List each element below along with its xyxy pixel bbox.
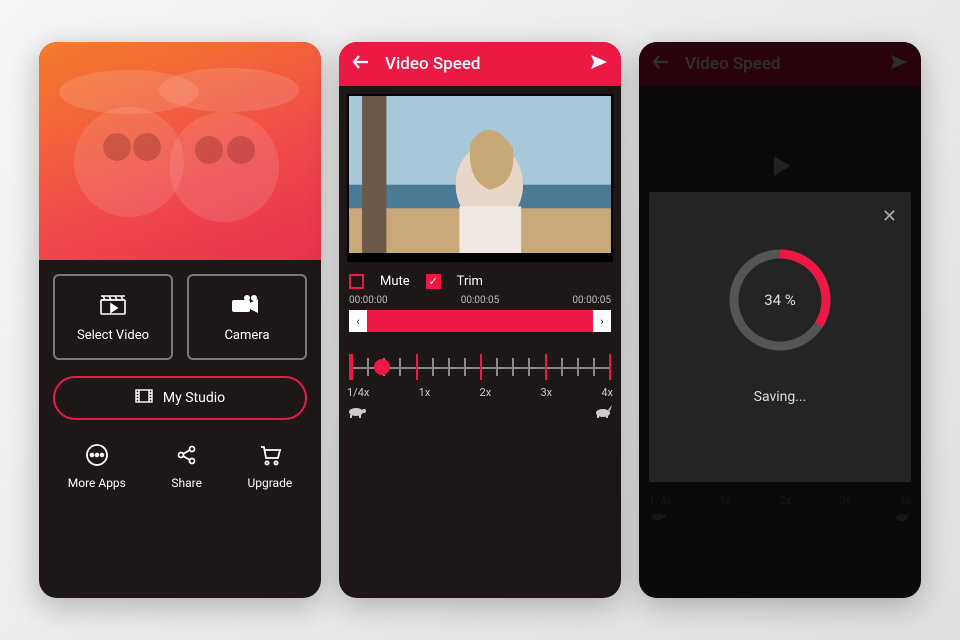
camera-label: Camera <box>224 328 269 343</box>
ghost-speed-0: 1/4x <box>649 494 671 507</box>
clapperboard-icon <box>99 292 127 318</box>
select-video-label: Select Video <box>77 328 149 343</box>
time-mid: 00:00:05 <box>461 295 500 306</box>
speed-label-1: 1x <box>419 386 431 399</box>
speed-label-0: 1/4x <box>347 386 369 399</box>
turtle-icon <box>347 403 367 422</box>
camera-button[interactable]: Camera <box>187 274 307 360</box>
speed-label-2: 2x <box>480 386 492 399</box>
screen-home: Select Video Camera My Studio <box>39 42 321 598</box>
my-studio-button[interactable]: My Studio <box>53 376 307 420</box>
screen-video-speed: Video Speed Mute ✓ Trim 00:00:00 00:00:0… <box>339 42 621 598</box>
more-icon <box>85 442 109 468</box>
back-icon[interactable] <box>351 52 371 77</box>
upgrade-button[interactable]: Upgrade <box>247 442 292 490</box>
saving-status: Saving... <box>754 389 807 405</box>
screen-saving: Video Speed 1/4x 1x 2x 3x 4x ✕ 34 % Savi… <box>639 42 921 598</box>
video-preview[interactable] <box>347 94 613 262</box>
select-video-button[interactable]: Select Video <box>53 274 173 360</box>
film-icon <box>135 389 153 407</box>
time-start: 00:00:00 <box>349 295 388 306</box>
rabbit-icon <box>593 403 613 422</box>
ghost-speed-4: 4x <box>899 494 911 507</box>
ghost-speed-1: 1x <box>720 494 732 507</box>
trim-range[interactable] <box>367 310 593 332</box>
hero-illustration <box>39 42 321 260</box>
progress-percent: 34 % <box>725 245 835 355</box>
hero-image <box>39 42 321 260</box>
speed-slider[interactable] <box>349 354 611 380</box>
screen-title: Video Speed <box>685 54 875 74</box>
send-icon[interactable] <box>889 52 909 77</box>
time-end: 00:00:05 <box>572 295 611 306</box>
trim-label: Trim <box>457 274 483 289</box>
preview-illustration <box>349 96 611 253</box>
trim-handle-left[interactable]: ‹ <box>349 310 367 332</box>
close-icon[interactable]: ✕ <box>882 206 897 227</box>
ghost-speed-2: 2x <box>780 494 792 507</box>
trim-checkbox[interactable]: ✓ <box>426 274 441 289</box>
more-apps-button[interactable]: More Apps <box>68 442 126 490</box>
mute-checkbox[interactable] <box>349 274 364 289</box>
progress-ring: 34 % <box>725 245 835 355</box>
video-camera-icon <box>232 292 262 318</box>
more-apps-label: More Apps <box>68 476 126 490</box>
screen-title: Video Speed <box>385 54 575 74</box>
trim-track[interactable]: ‹ › <box>339 306 621 336</box>
top-bar: Video Speed <box>339 42 621 86</box>
top-bar: Video Speed <box>639 42 921 86</box>
upgrade-label: Upgrade <box>247 476 292 490</box>
rabbit-icon <box>893 510 911 525</box>
speed-label-3: 3x <box>540 386 552 399</box>
cart-icon <box>258 442 282 468</box>
share-label: Share <box>171 476 202 490</box>
speed-knob[interactable] <box>374 359 390 375</box>
my-studio-label: My Studio <box>163 390 225 406</box>
back-icon[interactable] <box>651 52 671 77</box>
share-icon <box>176 442 198 468</box>
share-button[interactable]: Share <box>171 442 202 490</box>
mute-label: Mute <box>380 274 410 289</box>
send-icon[interactable] <box>589 52 609 77</box>
speed-label-4: 4x <box>601 386 613 399</box>
ghost-speed-3: 3x <box>839 494 851 507</box>
turtle-icon <box>649 510 667 525</box>
saving-dialog: ✕ 34 % Saving... <box>649 192 911 482</box>
trim-handle-right[interactable]: › <box>593 310 611 332</box>
play-icon <box>766 152 794 184</box>
